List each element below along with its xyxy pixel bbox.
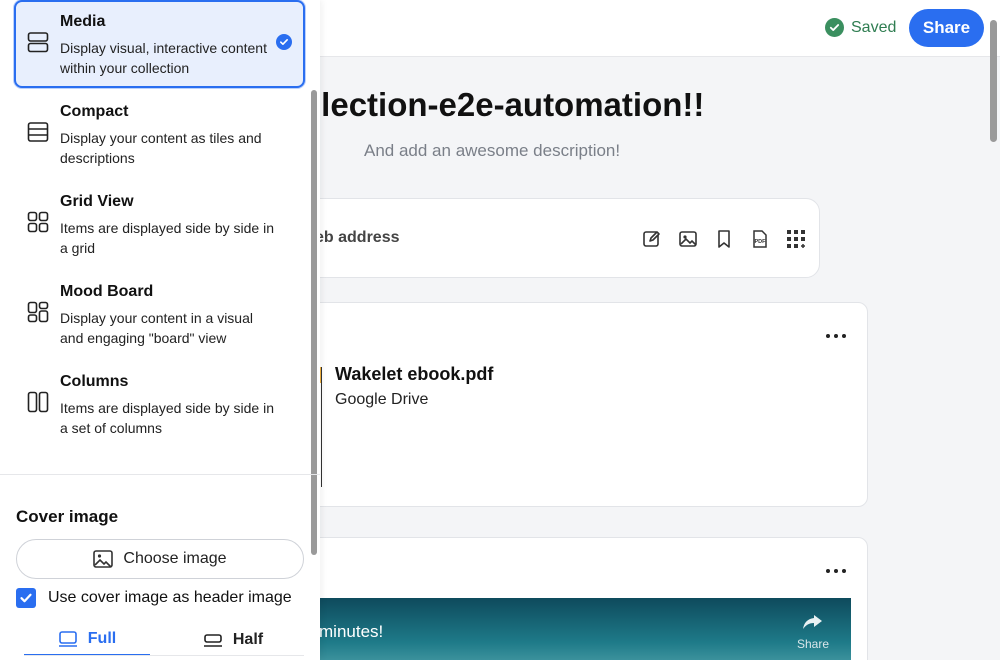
layout-option-name: Mood Board: [60, 283, 154, 300]
selected-check-icon: [276, 34, 292, 50]
grid-plus-icon[interactable]: [785, 228, 807, 250]
cover-image-heading: Cover image: [16, 507, 119, 526]
image-icon: [93, 550, 114, 568]
video-share-label: Share: [796, 637, 829, 651]
choose-image-label: Choose image: [123, 550, 227, 567]
layout-option-mood-board[interactable]: Mood Board Display your content in a vis…: [14, 270, 305, 358]
use-cover-checkbox[interactable]: [16, 588, 36, 608]
share-arrow-icon: [802, 615, 822, 629]
layout-panel: Media Display visual, interactive conten…: [0, 0, 320, 660]
full-size-icon: [58, 631, 77, 647]
cover-size-half-label: Half: [232, 631, 264, 648]
add-content-bar[interactable]: eb address PDF: [280, 198, 820, 278]
collection-item-card[interactable]: Wakelet ebook.pdf Google Drive: [280, 302, 868, 507]
item-more-icon[interactable]: [826, 566, 846, 576]
collection-item-card[interactable]: minutes! Share: [280, 537, 868, 660]
video-preview[interactable]: minutes! Share: [319, 598, 851, 660]
columns-layout-icon: [27, 391, 49, 413]
item-title[interactable]: Wakelet ebook.pdf: [335, 364, 493, 385]
video-caption: minutes!: [319, 622, 384, 641]
add-content-placeholder: eb address: [315, 229, 400, 246]
share-button[interactable]: Share: [909, 9, 984, 47]
layout-option-name: Compact: [60, 103, 129, 120]
bookmark-icon[interactable]: [713, 228, 735, 250]
grid-layout-icon: [27, 211, 49, 233]
moodboard-layout-icon: [27, 301, 49, 323]
cover-size-full-label: Full: [87, 630, 117, 647]
half-size-icon: [203, 634, 222, 647]
collection-description[interactable]: And add an awesome description!: [364, 141, 620, 161]
pdf-icon[interactable]: PDF: [749, 228, 771, 250]
compact-layout-icon: [27, 121, 49, 143]
panel-divider: [0, 474, 320, 475]
edit-icon[interactable]: [641, 228, 663, 250]
collection-title[interactable]: llection-e2e-automation!!: [312, 86, 704, 124]
item-source: Google Drive: [335, 391, 429, 408]
layout-option-description: Display your content as tiles and descri…: [60, 130, 262, 166]
saved-label: Saved: [851, 18, 897, 36]
layout-option-grid-view[interactable]: Grid View Items are displayed side by si…: [14, 180, 305, 268]
media-layout-icon: [27, 31, 49, 53]
choose-image-button[interactable]: Choose image: [16, 539, 304, 579]
page-scrollbar[interactable]: [990, 20, 997, 142]
cover-size-full-tab[interactable]: Full: [24, 624, 150, 656]
image-icon[interactable]: [677, 228, 699, 250]
saved-check-icon: [825, 18, 844, 37]
layout-option-media[interactable]: Media Display visual, interactive conten…: [14, 0, 305, 88]
video-share[interactable]: Share: [797, 612, 829, 651]
svg-text:PDF: PDF: [755, 239, 767, 245]
layout-option-compact[interactable]: Compact Display your content as tiles an…: [14, 90, 305, 178]
item-more-icon[interactable]: [826, 331, 846, 341]
panel-scrollbar[interactable]: [311, 90, 317, 555]
use-cover-as-header-row: Use cover image as header image: [16, 588, 292, 608]
layout-option-description: Display your content in a visual and eng…: [60, 310, 253, 346]
layout-option-name: Columns: [60, 373, 129, 390]
layout-option-name: Grid View: [60, 193, 134, 210]
layout-option-name: Media: [60, 13, 106, 30]
saved-status: Saved: [825, 18, 896, 37]
layout-option-description: Items are displayed side by side in a gr…: [60, 220, 274, 256]
use-cover-label[interactable]: Use cover image as header image: [48, 589, 292, 607]
size-tabs-divider: [24, 655, 304, 656]
layout-option-columns[interactable]: Columns Items are displayed side by side…: [14, 360, 305, 448]
file-thumbnail-edge: [321, 367, 322, 487]
layout-option-description: Items are displayed side by side in a se…: [60, 400, 274, 436]
cover-size-half-tab[interactable]: Half: [170, 624, 296, 656]
layout-option-description: Display visual, interactive content with…: [60, 40, 267, 76]
